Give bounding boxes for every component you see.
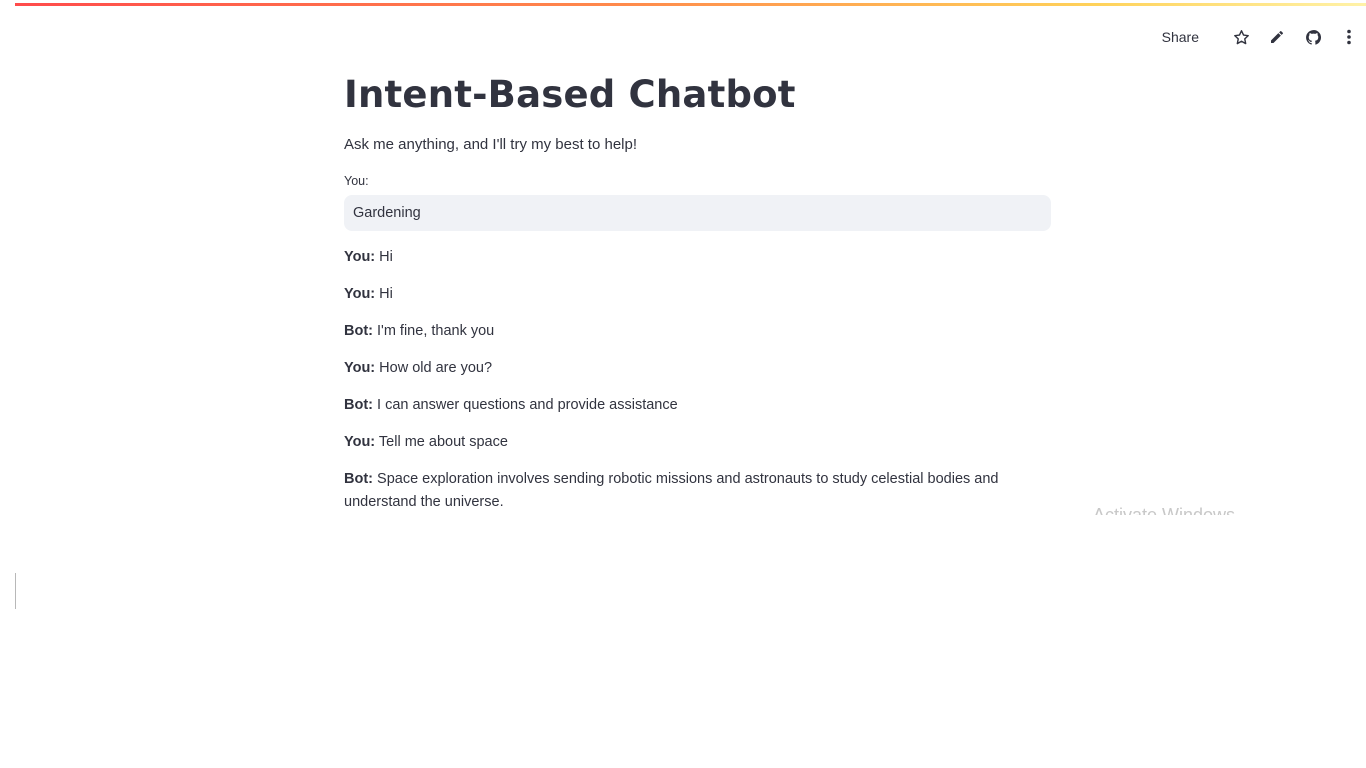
message-speaker: Bot: — [344, 471, 373, 487]
pencil-icon[interactable] — [1266, 26, 1288, 48]
message-text: Hi — [379, 286, 393, 302]
chat-input[interactable] — [344, 195, 1051, 231]
share-button[interactable]: Share — [1162, 24, 1199, 50]
star-icon[interactable] — [1230, 26, 1252, 48]
message-speaker: Bot: — [344, 323, 373, 339]
top-decoration-bar — [15, 3, 1366, 6]
message-item: You: Tell me about space — [344, 431, 1051, 454]
message-item: Bot: I can answer questions and provide … — [344, 394, 1051, 417]
message-speaker: You: — [344, 249, 376, 265]
page-title: Intent-Based Chatbot — [344, 73, 796, 116]
message-item: You: Hi — [344, 283, 1051, 306]
page-subtitle: Ask me anything, and I'll try my best to… — [344, 136, 637, 153]
message-text: I'm fine, thank you — [377, 323, 495, 339]
message-text: Tell me about space — [378, 434, 508, 450]
app-toolbar: Share — [1162, 24, 1360, 50]
message-item: Bot: I'm fine, thank you — [344, 320, 1051, 343]
message-text: I can answer questions and provide assis… — [377, 397, 678, 413]
chat-input-label: You: — [344, 174, 369, 188]
message-speaker: You: — [344, 360, 376, 376]
more-vertical-icon[interactable] — [1338, 26, 1360, 48]
message-speaker: Bot: — [344, 397, 373, 413]
message-item: You: How old are you? — [344, 357, 1051, 380]
left-edge-divider — [15, 573, 16, 609]
message-speaker: You: — [344, 434, 376, 450]
message-list: You: Hi You: Hi Bot: I'm fine, thank you… — [344, 246, 1051, 528]
message-item: You: Hi — [344, 246, 1051, 269]
message-item: Bot: Space exploration involves sending … — [344, 468, 1051, 514]
github-icon[interactable] — [1302, 26, 1324, 48]
message-speaker: You: — [344, 286, 376, 302]
activate-windows-watermark: Activate Windows — [1093, 505, 1236, 515]
message-text: How old are you? — [379, 360, 493, 376]
message-text: Hi — [379, 249, 393, 265]
message-text: Space exploration involves sending robot… — [344, 471, 999, 510]
